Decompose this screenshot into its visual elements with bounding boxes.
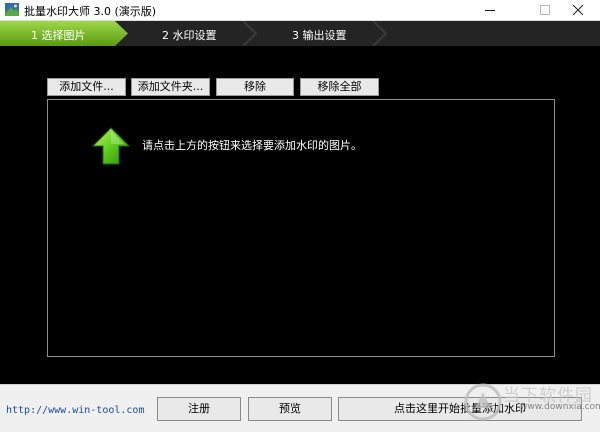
step-2-label[interactable]: 2 水印设置	[162, 27, 217, 43]
close-button[interactable]	[556, 0, 600, 20]
window-title: 批量水印大师 3.0 (演示版)	[24, 5, 157, 18]
watermark-logo	[464, 383, 502, 421]
minimize-icon	[485, 10, 495, 11]
preview-button[interactable]: 预览	[248, 397, 332, 421]
up-arrow-icon	[92, 127, 130, 165]
app-icon	[5, 3, 19, 16]
add-folder-button[interactable]: 添加文件夹...	[131, 78, 210, 96]
add-file-button[interactable]: 添加文件...	[47, 78, 126, 96]
title-bar: 批量水印大师 3.0 (演示版)	[0, 0, 600, 21]
minimize-button[interactable]	[468, 0, 512, 20]
register-button[interactable]: 注册	[157, 397, 241, 421]
close-icon	[573, 5, 583, 15]
step-1-label: 1 选择图片	[31, 29, 86, 42]
step-bar: 1 选择图片 2 水印设置 3 输出设置	[0, 21, 600, 46]
remove-all-button[interactable]: 移除全部	[300, 78, 379, 96]
empty-list-hint: 请点击上方的按钮来选择要添加水印的图片。	[142, 139, 362, 152]
watermark-url: www.downxia.com	[520, 402, 600, 412]
website-link[interactable]: http://www.win-tool.com	[6, 405, 144, 416]
step-3-label[interactable]: 3 输出设置	[292, 27, 347, 43]
image-list-panel[interactable]: 请点击上方的按钮来选择要添加水印的图片。	[47, 99, 555, 357]
remove-button[interactable]: 移除	[216, 78, 294, 96]
maximize-icon	[540, 5, 550, 15]
